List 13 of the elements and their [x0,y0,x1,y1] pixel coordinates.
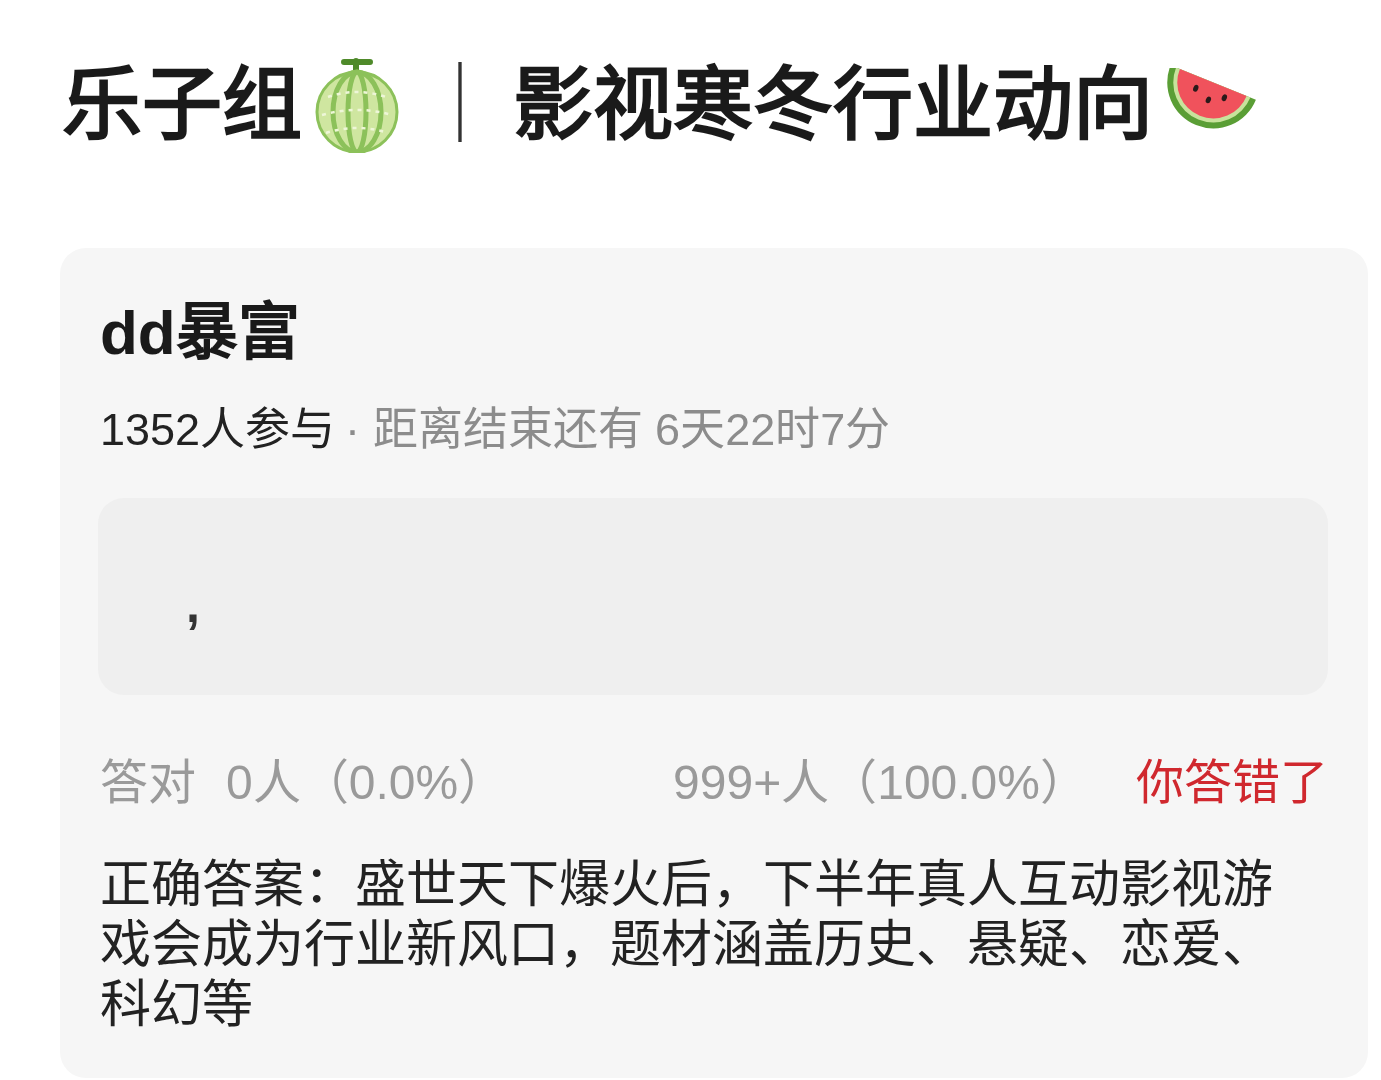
wrong-count: 999+人（100.0%） [673,755,1088,811]
topic-title: 影视寒冬行业动向 [513,59,1153,151]
melon-icon [314,57,400,153]
correct-label: 答对 [100,755,196,811]
answer-text: , [186,575,200,635]
correct-answer-text: 正确答案：盛世天下爆火后，下半年真人互动影视游戏会成为行业新风口，题材涵盖历史、悬疑、恋爱、科幻等 [100,855,1274,1035]
quiz-title: dd暴富 [100,297,300,369]
title-separator: ｜ [420,59,500,151]
countdown-text: · 距离结束还有 6天22时7分 [345,403,891,457]
participant-count: 1352人参与 [100,403,336,457]
correct-count: 0人（0.0%） [226,755,507,811]
result-verdict: 你答错了 [1136,755,1328,811]
group-name: 乐子组 [62,59,302,151]
